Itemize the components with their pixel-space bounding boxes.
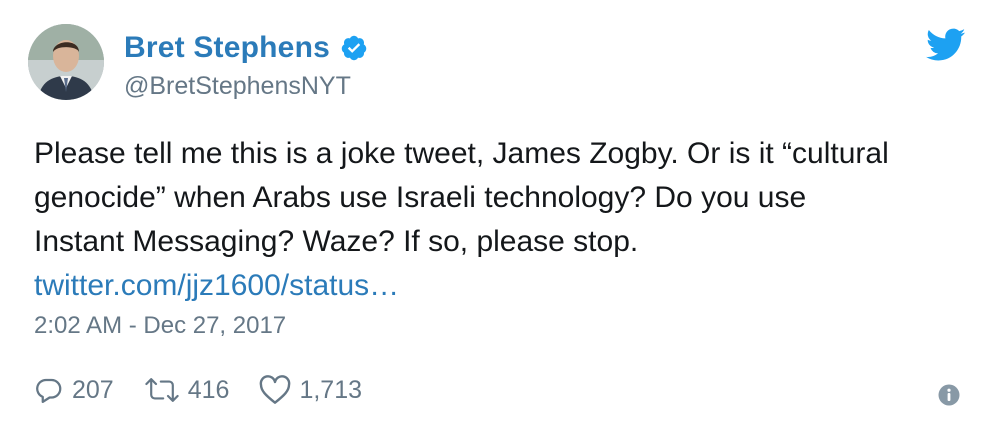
tweet-timestamp[interactable]: 2:02 AM - Dec 27, 2017 — [34, 312, 286, 340]
retweet-button[interactable]: 416 — [144, 375, 230, 405]
like-button[interactable]: 1,713 — [259, 375, 362, 405]
tweet-text-line: Please tell me this is a joke tweet, Jam… — [34, 137, 889, 170]
tweet-text-line: Instant Messaging? Waze? If so, please s… — [34, 225, 639, 258]
tweet-text: Please tell me this is a joke tweet, Jam… — [34, 132, 974, 308]
info-circle-icon[interactable] — [938, 384, 960, 406]
twitter-bird-icon[interactable] — [926, 28, 966, 62]
reply-bubble-icon — [36, 378, 62, 403]
retweet-count: 416 — [187, 375, 230, 404]
avatar[interactable] — [28, 24, 104, 100]
avatar-image — [28, 24, 104, 100]
reply-count: 207 — [72, 375, 114, 404]
display-name[interactable]: Bret Stephens — [124, 31, 330, 65]
heart-icon — [260, 375, 291, 404]
retweet-icon — [145, 378, 179, 402]
tweet-text-line: genocide” when Arabs use Israeli technol… — [34, 181, 807, 214]
tweet-link[interactable]: twitter.com/jjz1600/status… — [34, 269, 399, 302]
tweet-actions: 207 416 1,713 — [34, 372, 392, 408]
like-count: 1,713 — [299, 375, 362, 404]
author-handle[interactable]: @BretStephensNYT — [124, 72, 351, 101]
embedded-tweet-card: Bret Stephens @BretStephensNYT Please te… — [0, 0, 1000, 433]
author-name-row[interactable]: Bret Stephens — [124, 28, 368, 68]
reply-button[interactable]: 207 — [34, 375, 114, 405]
verified-badge-icon — [341, 35, 367, 61]
